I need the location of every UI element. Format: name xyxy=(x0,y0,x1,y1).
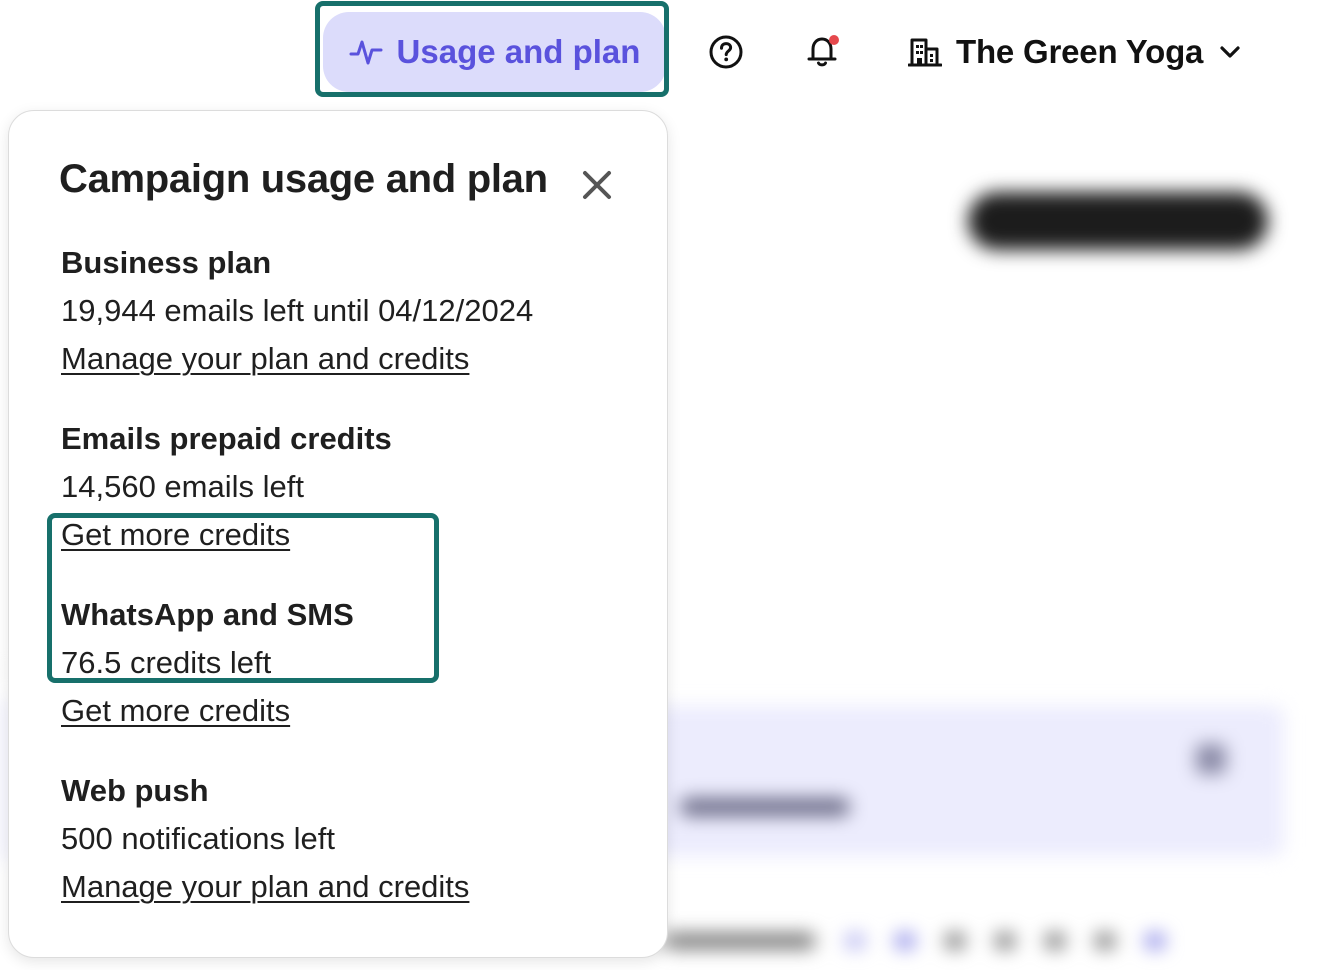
section-title: Business plan xyxy=(61,245,272,280)
section-title: Web push xyxy=(61,773,209,808)
blurred-banner-close xyxy=(1196,744,1226,774)
popover-title: Campaign usage and plan xyxy=(59,157,548,201)
usage-button-highlight xyxy=(315,1,669,97)
page: Usage and plan The Green Yoga Campaign u… xyxy=(0,0,1342,970)
blurred-primary-button xyxy=(968,192,1268,250)
section-detail: 19,944 emails left until 04/12/2024 xyxy=(61,293,534,328)
section-whatsapp-sms: WhatsApp and SMS 76.5 credits left Get m… xyxy=(61,591,354,735)
close-icon[interactable] xyxy=(577,165,617,205)
blurred-banner xyxy=(620,706,1284,856)
bell-icon[interactable] xyxy=(804,32,842,70)
manage-web-push-plan-link[interactable]: Manage your plan and credits xyxy=(61,863,469,911)
section-business-plan: Business plan 19,944 emails left until 0… xyxy=(61,239,533,383)
section-detail: 76.5 credits left xyxy=(61,645,272,680)
section-title: Emails prepaid credits xyxy=(61,421,392,456)
blurred-pagination xyxy=(665,928,1165,954)
building-icon xyxy=(908,38,942,67)
section-detail: 14,560 emails left xyxy=(61,469,304,504)
blurred-banner-text xyxy=(680,798,850,816)
get-more-sms-credits-link[interactable]: Get more credits xyxy=(61,687,290,735)
section-detail: 500 notifications left xyxy=(61,821,336,856)
notification-dot xyxy=(829,35,839,45)
section-web-push: Web push 500 notifications left Manage y… xyxy=(61,767,469,911)
section-emails-prepaid-credits: Emails prepaid credits 14,560 emails lef… xyxy=(61,415,392,559)
account-switcher[interactable]: The Green Yoga xyxy=(908,24,1243,80)
usage-and-plan-popover: Campaign usage and plan Business plan 19… xyxy=(8,110,668,958)
chevron-down-icon xyxy=(1220,46,1240,58)
get-more-email-credits-link[interactable]: Get more credits xyxy=(61,511,290,559)
manage-plan-link[interactable]: Manage your plan and credits xyxy=(61,335,469,383)
account-name: The Green Yoga xyxy=(956,33,1204,70)
help-circle-icon[interactable] xyxy=(708,34,744,70)
section-title: WhatsApp and SMS xyxy=(61,597,354,632)
